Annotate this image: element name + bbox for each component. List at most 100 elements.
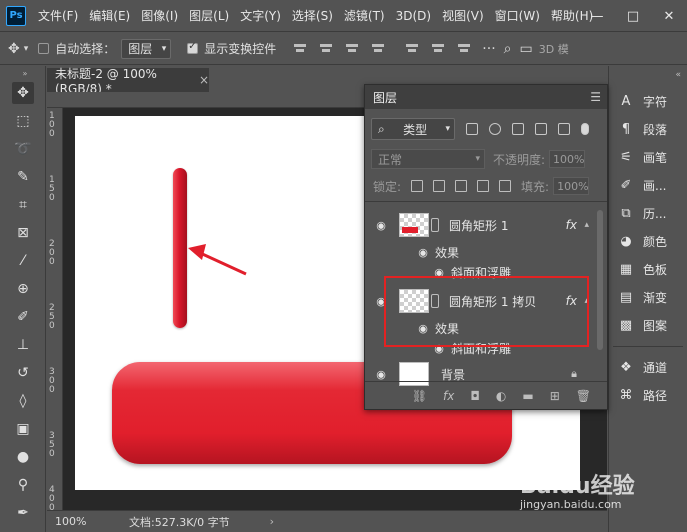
- rounded-rectangle-copy-shape[interactable]: [173, 168, 187, 328]
- layer-name[interactable]: 圆角矩形 1: [449, 217, 508, 234]
- dock-brush-settings[interactable]: ⚟ 画笔: [617, 146, 667, 168]
- shape-filter-icon[interactable]: [535, 123, 547, 135]
- fx-icon[interactable]: fx: [566, 218, 577, 232]
- dock-paths[interactable]: ⌘ 路径: [617, 384, 668, 406]
- dock-swatches[interactable]: ▦ 色板: [617, 258, 667, 280]
- menu-window[interactable]: 窗口(W): [495, 7, 540, 24]
- dock-gradients[interactable]: ▤ 渐变: [617, 286, 667, 308]
- align-center-icon[interactable]: [318, 41, 334, 55]
- eraser-tool-icon[interactable]: ◊: [12, 390, 34, 412]
- chevron-down-icon[interactable]: ▾: [24, 44, 29, 54]
- dock-channels[interactable]: ❖ 通道: [617, 356, 667, 378]
- lock-artboard-icon[interactable]: [477, 180, 490, 192]
- menu-layer[interactable]: 图层(L): [189, 7, 229, 24]
- menu-select[interactable]: 选择(S): [292, 7, 333, 24]
- opacity-input[interactable]: 100%: [549, 150, 586, 168]
- auto-select-dropdown[interactable]: 图层 ▾: [121, 38, 172, 59]
- menu-filter[interactable]: 滤镜(T): [344, 7, 385, 24]
- align-bottom-icon[interactable]: [456, 41, 472, 55]
- adjustment-filter-icon[interactable]: [489, 123, 501, 135]
- dodge-tool-icon[interactable]: ⚲: [12, 474, 34, 496]
- document-tab[interactable]: 未标题-2 @ 100%(RGB/8) * ×: [47, 67, 209, 96]
- healing-tool-icon[interactable]: ⊕: [12, 278, 34, 300]
- menu-view[interactable]: 视图(V): [442, 7, 484, 24]
- minimize-button[interactable]: —: [579, 9, 615, 24]
- collapse-icon[interactable]: »: [14, 68, 36, 78]
- layers-panel: 图层 ☰ ⌕ 类型 ▾ 正常 ▾ 不透明度: 100% 锁定: 填充: 100%: [364, 84, 608, 410]
- type-filter-icon[interactable]: [512, 123, 524, 135]
- adjustment-layer-icon[interactable]: ◐: [496, 389, 506, 403]
- filter-kind-dropdown[interactable]: ⌕ 类型 ▾: [371, 118, 455, 140]
- panel-menu-icon[interactable]: ☰: [590, 90, 601, 104]
- blend-mode-dropdown[interactable]: 正常 ▾: [371, 149, 485, 169]
- visibility-eye-icon[interactable]: ◉: [373, 219, 389, 232]
- gradient-tool-icon[interactable]: ▣: [12, 418, 34, 440]
- lock-transparency-icon[interactable]: [411, 180, 424, 192]
- quick-select-tool-icon[interactable]: ✎: [12, 166, 34, 188]
- more-icon[interactable]: ···: [482, 41, 495, 57]
- show-transform-checkbox[interactable]: [187, 41, 199, 54]
- close-button[interactable]: ✕: [651, 9, 687, 24]
- layer-name[interactable]: 背景: [441, 366, 465, 383]
- pen-tool-icon[interactable]: ✒: [12, 502, 34, 524]
- dock-label: 画...: [643, 178, 667, 193]
- status-bar: 100% 文档:527.3K/0 字节 ›: [47, 510, 607, 532]
- align-middle-icon[interactable]: [430, 41, 446, 55]
- search-icon[interactable]: ⌕: [504, 41, 512, 57]
- marquee-tool-icon[interactable]: ⬚: [12, 110, 34, 132]
- maximize-button[interactable]: □: [615, 9, 651, 24]
- dock-color[interactable]: ◕ 颜色: [617, 230, 667, 252]
- layers-scrollbar[interactable]: [597, 210, 603, 350]
- filter-toggle-icon[interactable]: [581, 123, 589, 135]
- layer-row[interactable]: ◉ 圆角矩形 1 fx ▴: [365, 210, 593, 240]
- align-top-icon[interactable]: [404, 41, 420, 55]
- align-left-icon[interactable]: [292, 41, 308, 55]
- fill-input[interactable]: 100%: [553, 177, 590, 195]
- layer-style-fx-icon[interactable]: fx: [443, 389, 454, 403]
- lock-all-icon[interactable]: [499, 180, 512, 192]
- move-icon[interactable]: ✥: [8, 41, 20, 57]
- menu-file[interactable]: 文件(F): [38, 7, 78, 24]
- eyedropper-tool-icon[interactable]: ⁄: [12, 250, 34, 272]
- link-layers-icon[interactable]: ⛓: [412, 389, 427, 403]
- workspace-icon[interactable]: ▭: [520, 41, 533, 57]
- menu-edit[interactable]: 编辑(E): [89, 7, 130, 24]
- pixel-filter-icon[interactable]: [466, 123, 478, 135]
- effects-row[interactable]: ◉ 效果: [365, 242, 593, 262]
- group-folder-icon[interactable]: ▬: [522, 389, 533, 403]
- add-mask-icon[interactable]: ◘: [470, 389, 480, 403]
- blur-tool-icon[interactable]: ●: [12, 446, 34, 468]
- menu-image[interactable]: 图像(I): [141, 7, 178, 24]
- menu-type[interactable]: 文字(Y): [240, 7, 281, 24]
- trash-icon[interactable]: 🗑︎: [576, 389, 591, 403]
- smart-object-filter-icon[interactable]: [558, 123, 570, 135]
- history-brush-tool-icon[interactable]: ↺: [12, 362, 34, 384]
- brush-tool-icon[interactable]: ✐: [12, 306, 34, 328]
- dock-character[interactable]: A 字符: [617, 90, 667, 112]
- visibility-eye-icon[interactable]: ◉: [415, 246, 431, 259]
- visibility-eye-icon[interactable]: ◉: [373, 368, 389, 381]
- lasso-tool-icon[interactable]: ➰: [12, 138, 34, 160]
- menu-3d[interactable]: 3D(D): [396, 9, 431, 23]
- layers-tab[interactable]: 图层: [373, 89, 397, 106]
- collapse-icon[interactable]: «: [675, 70, 681, 80]
- auto-select-checkbox[interactable]: [38, 43, 50, 54]
- opacity-label: 不透明度:: [493, 152, 546, 167]
- frame-tool-icon[interactable]: ⊠: [12, 222, 34, 244]
- dock-brushes[interactable]: ✐ 画...: [617, 174, 667, 196]
- align-right-icon[interactable]: [344, 41, 360, 55]
- lock-position-icon[interactable]: [455, 180, 468, 192]
- move-tool-icon[interactable]: ✥: [12, 82, 34, 104]
- stamp-tool-icon[interactable]: ⊥: [12, 334, 34, 356]
- crop-tool-icon[interactable]: ⌗: [12, 194, 34, 216]
- dock-patterns[interactable]: ▩ 图案: [617, 314, 667, 336]
- chevron-up-icon[interactable]: ▴: [584, 220, 589, 230]
- lock-pixels-icon[interactable]: [433, 180, 446, 192]
- close-document-icon[interactable]: ×: [199, 73, 209, 87]
- chevron-right-icon[interactable]: ›: [270, 515, 274, 528]
- dock-paragraph[interactable]: ¶ 段落: [617, 118, 667, 140]
- distribute-icon[interactable]: [370, 41, 386, 55]
- dock-history[interactable]: ⧉ 历...: [617, 202, 666, 224]
- new-layer-icon[interactable]: ⊞: [550, 389, 560, 403]
- zoom-level[interactable]: 100%: [55, 515, 115, 528]
